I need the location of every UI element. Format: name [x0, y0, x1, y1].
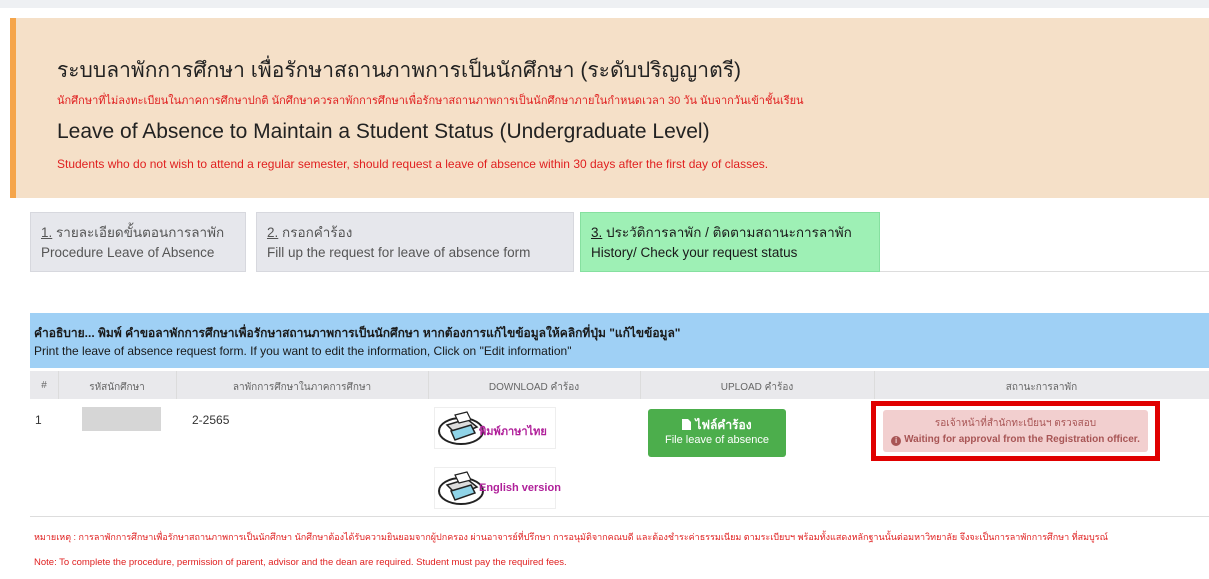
status-badge: รอเจ้าหน้าที่สำนักทะเบียนฯ ตรวจสอบ i Wait… — [883, 410, 1148, 452]
upload-label-th-row: ไฟล์คำร้อง — [648, 416, 786, 435]
col-header-upload: UPLOAD คำร้อง — [720, 382, 794, 393]
download-thai-button[interactable]: พิมพ์ภาษาไทย — [434, 407, 556, 449]
status-text-th: รอเจ้าหน้าที่สำนักทะเบียนฯ ตรวจสอบ — [934, 418, 1097, 429]
info-circle-icon: i — [891, 436, 902, 446]
tab-fill-request[interactable]: 2. กรอกคำร้อง Fill up the request for le… — [256, 212, 574, 272]
col-header-term: ลาพักการศึกษาในภาคการศึกษา — [232, 382, 372, 393]
col-header-student-id: รหัสนักศึกษา — [89, 382, 145, 393]
status-highlight-frame: รอเจ้าหน้าที่สำนักทะเบียนฯ ตรวจสอบ i Wait… — [871, 401, 1160, 461]
upload-label-en: File leave of absence — [665, 434, 769, 446]
top-strip — [0, 0, 1209, 8]
tab-title-en: Fill up the request for leave of absence… — [267, 245, 531, 260]
table-header: # รหัสนักศึกษา ลาพักการศึกษาในภาคการศึกษ… — [30, 371, 1209, 399]
page-title-th: ระบบลาพักการศึกษา เพื่อรักษาสถานภาพการเป… — [57, 59, 742, 82]
row-number: 1 — [35, 413, 42, 427]
file-icon — [682, 419, 692, 430]
tab-title-th: รายละเอียดขั้นตอนการลาพัก — [56, 225, 225, 240]
tab-title-en: History/ Check your request status — [591, 245, 798, 260]
tab-number: 1. — [41, 225, 53, 240]
tab-number: 3. — [591, 225, 603, 240]
instruction-box: คำอธิบาย... พิมพ์ คำขอลาพักการศึกษาเพื่อ… — [30, 313, 1209, 368]
page-header: ระบบลาพักการศึกษา เพื่อรักษาสถานภาพการเป… — [10, 18, 1209, 198]
tab-procedure[interactable]: 1. รายละเอียดขั้นตอนการลาพัก Procedure L… — [30, 212, 246, 272]
deadline-note-en: Students who do not wish to attend a reg… — [57, 157, 769, 171]
col-header-status: สถานะการลาพัก — [1005, 382, 1078, 393]
col-header-download: DOWNLOAD คำร้อง — [488, 382, 580, 393]
remark-en: Note: To complete the procedure, permiss… — [34, 557, 567, 568]
tab-title-th: ประวัติการลาพัก / ติดตามสถานะการลาพัก — [606, 225, 852, 240]
instruction-th: คำอธิบาย... พิมพ์ คำขอลาพักการศึกษาเพื่อ… — [34, 326, 681, 340]
status-text-en-row: i Waiting for approval from the Registrat… — [883, 434, 1148, 446]
term-value: 2-2565 — [192, 413, 230, 427]
page-title-en: Leave of Absence to Maintain a Student S… — [57, 120, 710, 143]
tab-title-th: กรอกคำร้อง — [282, 225, 353, 240]
tab-history-status[interactable]: 3. ประวัติการลาพัก / ติดตามสถานะการลาพัก… — [580, 212, 880, 272]
student-id-redacted — [82, 407, 161, 431]
status-text-en: Waiting for approval from the Registrati… — [904, 434, 1140, 445]
tab-title-en: Procedure Leave of Absence — [41, 245, 215, 260]
download-english-button[interactable]: English version — [434, 467, 561, 509]
tab-divider — [880, 271, 1209, 272]
download-english-label: English version — [479, 482, 561, 494]
printer-icon — [438, 471, 484, 505]
upload-request-button[interactable]: ไฟล์คำร้อง File leave of absence — [648, 409, 786, 457]
table-row: 1 2-2565 พิมพ์ภาษาไทย English version ไฟ… — [30, 399, 1209, 517]
upload-label-th: ไฟล์คำร้อง — [695, 418, 752, 432]
instruction-en: Print the leave of absence request form.… — [34, 344, 572, 358]
download-thai-label: พิมพ์ภาษาไทย — [479, 426, 547, 438]
tab-number: 2. — [267, 225, 279, 240]
col-header-number: # — [41, 380, 47, 391]
remark-th: หมายเหตุ : การลาพักการศึกษาเพื่อรักษาสถา… — [34, 532, 1108, 542]
deadline-note-th: นักศึกษาที่ไม่ลงทะเบียนในภาคการศึกษาปกติ… — [57, 95, 804, 107]
printer-icon — [438, 411, 484, 445]
